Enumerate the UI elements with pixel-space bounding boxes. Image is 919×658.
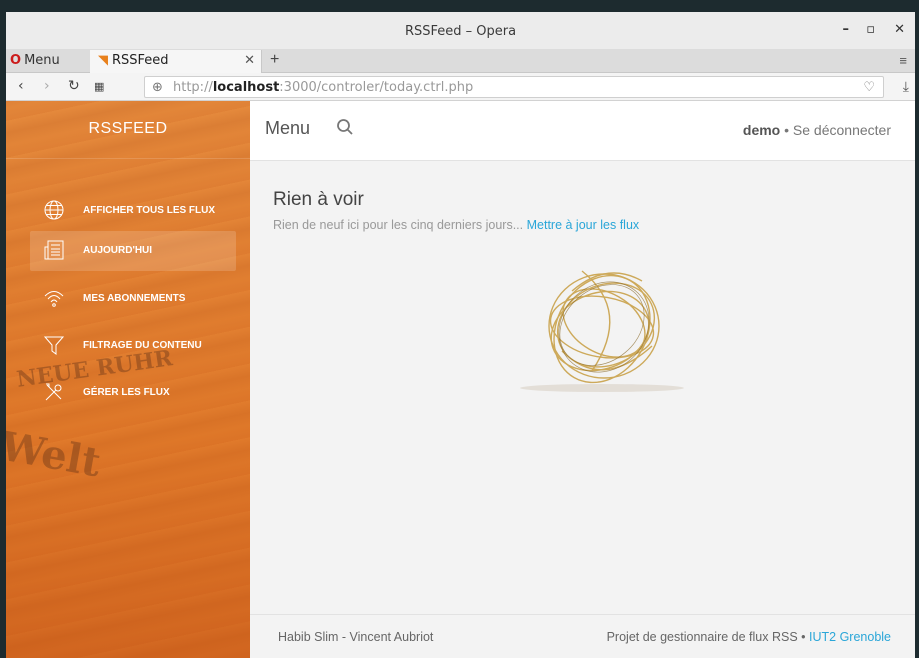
reload-icon[interactable]: ↻ (68, 78, 80, 94)
forward-icon[interactable]: › (44, 78, 50, 94)
sidebar-item-label: FILTRAGE DU CONTENU (83, 340, 202, 351)
username: demo (742, 122, 781, 138)
sidebar-item-manage-feeds[interactable]: GÉRER LES FLUX (30, 373, 236, 413)
speed-dial-icon[interactable]: ▦ (94, 80, 104, 93)
page-title: Rien à voir (273, 189, 364, 210)
tab-rssfeed[interactable]: ◥ RSSFeed ✕ (90, 50, 262, 73)
sidebar-item-label: MES ABONNEMENTS (83, 293, 186, 304)
content-area: Rien à voir Rien de neuf ici pour les ci… (250, 161, 915, 232)
browser-window: RSSFeed – Opera – ▫ ✕ O Menu ◥ RSSFeed ✕ + … (6, 12, 915, 658)
footer-school-link[interactable]: IUT2 Grenoble (809, 630, 891, 644)
url-protocol: http:// (173, 80, 213, 95)
opera-logo-icon: O (10, 53, 22, 68)
window-title: RSSFeed – Opera (404, 24, 517, 39)
separator: • (780, 122, 793, 138)
close-button[interactable]: ✕ (894, 22, 905, 37)
opera-menu-label: Menu (24, 53, 60, 68)
minimize-button[interactable]: – (843, 22, 850, 37)
tab-menu-icon[interactable]: ≡ (899, 53, 907, 68)
footer-separator: • (797, 630, 810, 644)
url-field[interactable]: ⊕ http://localhost:3000/controler/today.c… (144, 76, 884, 98)
newspaper-icon (44, 240, 64, 260)
filter-icon (43, 336, 65, 355)
sidebar-item-label: AUJOURD'HUI (83, 245, 153, 256)
tools-icon (45, 383, 62, 401)
rss-icon: ◥ (98, 53, 108, 68)
sidebar-item-all-feeds[interactable]: AFFICHER TOUS LES FLUX (30, 191, 236, 231)
sidebar-item-today[interactable]: AUJOURD'HUI (30, 231, 236, 271)
user-area: demo • Se déconnecter (743, 122, 891, 138)
sidebar-item-label: GÉRER LES FLUX (83, 387, 170, 398)
url-path: :3000/controler/today.ctrl.php (279, 80, 474, 95)
tab-bar: O Menu ◥ RSSFeed ✕ + ≡ (6, 50, 915, 73)
logout-link[interactable]: Se déconnecter (793, 122, 891, 138)
back-icon[interactable]: ‹ (18, 78, 24, 94)
maximize-button[interactable]: ▫ (866, 22, 875, 37)
download-icon[interactable]: ⤓ (903, 78, 909, 95)
globe-icon (44, 200, 64, 220)
top-navbar: Menu demo • Se déconnecter (250, 101, 915, 161)
site-info-icon[interactable]: ⊕ (152, 80, 163, 95)
bookmark-heart-icon[interactable]: ♡ (863, 80, 875, 95)
empty-message-text: Rien de neuf ici pour les cinq derniers … (273, 218, 527, 232)
search-icon[interactable] (336, 118, 354, 136)
new-tab-button[interactable]: + (270, 51, 279, 69)
menu-toggle-button[interactable]: Menu (265, 118, 310, 139)
footer-project: Projet de gestionnaire de flux RSS • IUT… (607, 630, 891, 644)
title-bar: RSSFeed – Opera – ▫ ✕ (6, 12, 915, 50)
sidebar-item-label: AFFICHER TOUS LES FLUX (83, 205, 216, 216)
refresh-feeds-link[interactable]: Mettre à jour les flux (527, 218, 640, 232)
address-bar: ‹ › ↻ ▦ ⊕ http://localhost:3000/controler… (6, 73, 915, 101)
sidebar-item-filter[interactable]: FILTRAGE DU CONTENU (30, 326, 236, 366)
main-panel: Menu demo • Se déconnecter Rien à voir R… (250, 101, 915, 658)
url-host: localhost (212, 80, 280, 95)
tumbleweed-illustration (520, 270, 684, 392)
tab-title: RSSFeed (112, 53, 169, 68)
tab-close-icon[interactable]: ✕ (244, 53, 255, 68)
sidebar-brand[interactable]: RSSFEED (6, 101, 250, 159)
sidebar-item-subscriptions[interactable]: MES ABONNEMENTS (30, 279, 236, 319)
opera-menu-button[interactable]: O Menu (10, 53, 60, 68)
footer: Habib Slim - Vincent Aubriot Projet de g… (250, 614, 915, 658)
footer-project-text: Projet de gestionnaire de flux RSS (606, 630, 798, 644)
wifi-icon (44, 291, 64, 307)
footer-authors: Habib Slim - Vincent Aubriot (278, 630, 434, 644)
empty-message: Rien de neuf ici pour les cinq derniers … (273, 218, 915, 232)
sidebar: RSSFEED NEUE RUHR Welt AFFICHER TOUS LES… (6, 101, 250, 658)
newspaper-background-art: Welt (6, 422, 105, 487)
